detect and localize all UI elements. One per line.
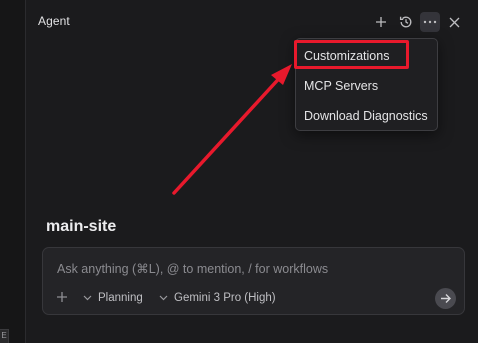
model-selector[interactable]: Gemini 3 Pro (High) xyxy=(159,290,276,306)
chevron-down-icon xyxy=(159,295,168,301)
more-icon[interactable] xyxy=(420,12,440,32)
edge-tag: E xyxy=(0,329,9,343)
composer: Ask anything (⌘L), @ to mention, / for w… xyxy=(42,247,465,315)
add-context-icon[interactable] xyxy=(54,289,70,305)
plus-icon[interactable] xyxy=(371,12,391,32)
annotation-highlight-box xyxy=(294,40,409,69)
agent-panel: Agent Customizations MCP Servers Downloa… xyxy=(27,0,478,343)
menu-item-download-diagnostics[interactable]: Download Diagnostics xyxy=(304,106,428,126)
panel-title: Agent xyxy=(38,14,70,28)
chevron-down-icon xyxy=(83,295,92,301)
close-icon[interactable] xyxy=(444,12,464,32)
workspace-title: main-site xyxy=(46,218,117,235)
left-activity-strip: E xyxy=(0,0,26,343)
send-button[interactable] xyxy=(435,288,456,309)
mode-selector[interactable]: Planning xyxy=(83,290,143,306)
arrow-right-icon xyxy=(441,294,451,303)
history-icon[interactable] xyxy=(396,12,416,32)
menu-item-mcp-servers[interactable]: MCP Servers xyxy=(304,76,378,96)
composer-input[interactable]: Ask anything (⌘L), @ to mention, / for w… xyxy=(57,261,328,276)
model-label: Gemini 3 Pro (High) xyxy=(174,292,276,304)
mode-label: Planning xyxy=(98,292,143,304)
